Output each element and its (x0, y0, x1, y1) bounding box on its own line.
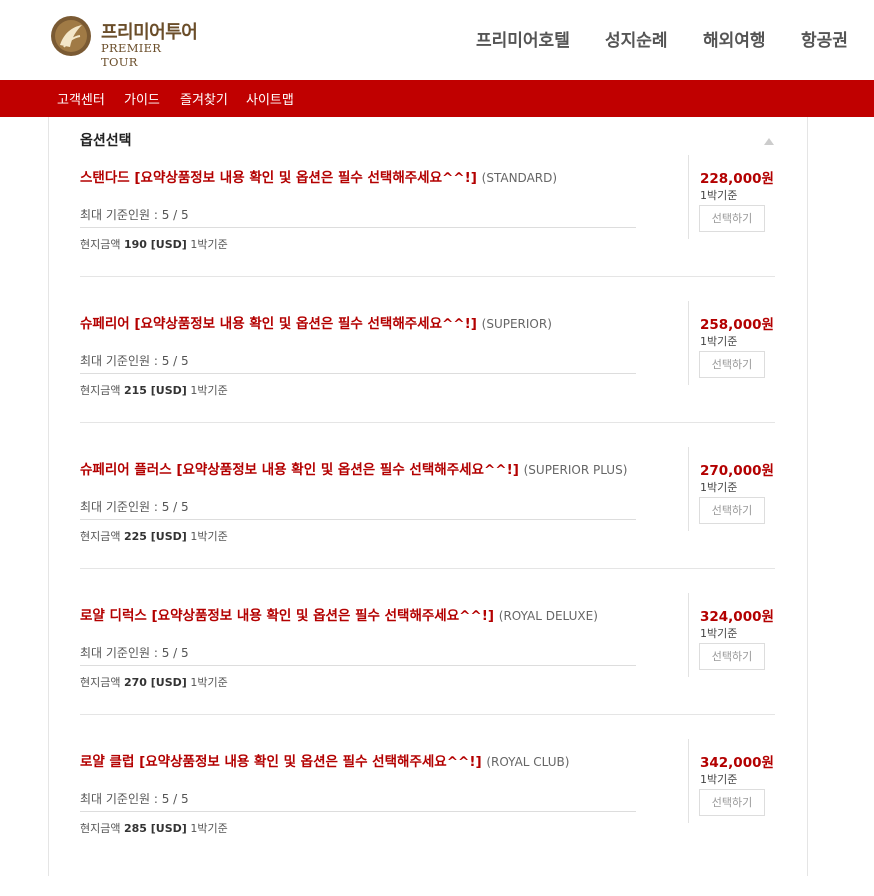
option-title[interactable]: 슈페리어 [요약상품정보 내용 확인 및 옵션은 필수 선택해주세요^^!] (… (80, 312, 552, 332)
option-separator (80, 714, 775, 715)
option-name: 슈페리어 (80, 316, 130, 332)
divider (80, 811, 636, 812)
option-price-unit: 1박기준 (700, 189, 738, 202)
option-local-price: 현지금액 285 [USD] 1박기준 (80, 820, 228, 836)
local-price-unit: 1박기준 (190, 384, 228, 397)
local-price-label: 현지금액 (80, 676, 121, 689)
local-price-amount: 270 [USD] (123, 676, 187, 689)
option-title[interactable]: 로얄 디럭스 [요약상품정보 내용 확인 및 옵션은 필수 선택해주세요^^!]… (80, 604, 598, 624)
local-price-unit: 1박기준 (190, 238, 228, 251)
local-price-amount: 225 [USD] (123, 530, 187, 543)
option-price: 270,000원 (700, 463, 774, 479)
divider (688, 593, 689, 677)
local-price-amount: 190 [USD] (123, 238, 187, 251)
option-name: 슈페리어 플러스 (80, 462, 172, 478)
option-notice: [요약상품정보 내용 확인 및 옵션은 필수 선택해주세요^^!] (176, 462, 519, 478)
local-price-amount: 215 [USD] (123, 384, 187, 397)
option-max-people: 최대 기준인원 : 5 / 5 (80, 208, 189, 222)
option-name: 로얄 디럭스 (80, 608, 147, 624)
option-code: (SUPERIOR) (481, 317, 552, 331)
option-name: 로얄 클럽 (80, 754, 135, 770)
option-price-unit: 1박기준 (700, 773, 738, 786)
option-max-people: 최대 기준인원 : 5 / 5 (80, 354, 189, 368)
nav-overseas-travel[interactable]: 해외여행 (703, 26, 766, 51)
local-price-label: 현지금액 (80, 530, 121, 543)
option-notice: [요약상품정보 내용 확인 및 옵션은 필수 선택해주세요^^!] (151, 608, 495, 624)
option-item: 로얄 클럽 [요약상품정보 내용 확인 및 옵션은 필수 선택해주세요^^!] … (0, 739, 874, 896)
divider (80, 519, 636, 520)
section-title: 옵션선택 (80, 133, 132, 149)
nav-pilgrimage[interactable]: 성지순례 (605, 26, 668, 51)
select-option-button[interactable]: 선택하기 (699, 205, 765, 232)
option-max-people: 최대 기준인원 : 5 / 5 (80, 792, 189, 806)
option-local-price: 현지금액 215 [USD] 1박기준 (80, 382, 228, 398)
divider (688, 301, 689, 385)
option-item: 스탠다드 [요약상품정보 내용 확인 및 옵션은 필수 선택해주세요^^!] (… (0, 155, 874, 312)
option-notice: [요약상품정보 내용 확인 및 옵션은 필수 선택해주세요^^!] (134, 170, 477, 186)
option-price: 342,000원 (700, 755, 774, 771)
logo-name-en: PREMIER TOUR (101, 41, 162, 69)
divider (688, 447, 689, 531)
select-option-button[interactable]: 선택하기 (699, 351, 765, 378)
option-local-price: 현지금액 225 [USD] 1박기준 (80, 528, 228, 544)
nav-air-tickets[interactable]: 항공권 (801, 26, 848, 51)
nav-premier-hotel[interactable]: 프리미어호텔 (476, 26, 570, 51)
option-local-price: 현지금액 270 [USD] 1박기준 (80, 674, 228, 690)
option-price-unit: 1박기준 (700, 335, 738, 348)
option-price: 228,000원 (700, 171, 774, 187)
site-logo[interactable]: 프리미어투어 PREMIER TOUR (50, 13, 200, 69)
option-price-unit: 1박기준 (700, 481, 738, 494)
option-code: (ROYAL DELUXE) (498, 609, 598, 623)
divider (80, 227, 636, 228)
option-max-people: 최대 기준인원 : 5 / 5 (80, 646, 189, 660)
local-price-amount: 285 [USD] (123, 822, 187, 835)
local-price-label: 현지금액 (80, 238, 121, 251)
local-price-unit: 1박기준 (190, 676, 228, 689)
divider (688, 739, 689, 823)
select-option-button[interactable]: 선택하기 (699, 789, 765, 816)
collapse-arrow-icon[interactable] (764, 138, 774, 145)
local-price-label: 현지금액 (80, 384, 121, 397)
local-price-unit: 1박기준 (190, 822, 228, 835)
option-item: 슈페리어 플러스 [요약상품정보 내용 확인 및 옵션은 필수 선택해주세요^^… (0, 447, 874, 604)
option-notice: [요약상품정보 내용 확인 및 옵션은 필수 선택해주세요^^!] (139, 754, 482, 770)
option-item: 로얄 디럭스 [요약상품정보 내용 확인 및 옵션은 필수 선택해주세요^^!]… (0, 593, 874, 750)
option-code: (STANDARD) (481, 171, 558, 185)
site-header: 프리미어투어 PREMIER TOUR 프리미어호텔 성지순례 해외여행 항공권 (0, 0, 874, 80)
option-item: 슈페리어 [요약상품정보 내용 확인 및 옵션은 필수 선택해주세요^^!] (… (0, 301, 874, 458)
option-price: 324,000원 (700, 609, 774, 625)
sub-nav-customer-center[interactable]: 고객센터 (57, 89, 105, 108)
sub-nav-guide[interactable]: 가이드 (124, 89, 160, 108)
select-option-button[interactable]: 선택하기 (699, 497, 765, 524)
divider (80, 665, 636, 666)
option-separator (80, 422, 775, 423)
sub-nav-sitemap[interactable]: 사이트맵 (246, 89, 294, 108)
select-option-button[interactable]: 선택하기 (699, 643, 765, 670)
option-separator (80, 276, 775, 277)
option-max-people: 최대 기준인원 : 5 / 5 (80, 500, 189, 514)
sub-nav-favorites[interactable]: 즐겨찾기 (180, 89, 228, 108)
local-price-unit: 1박기준 (190, 530, 228, 543)
option-name: 스탠다드 (80, 170, 130, 186)
laurel-logo-icon (51, 16, 91, 56)
option-code: (ROYAL CLUB) (486, 755, 570, 769)
option-title[interactable]: 슈페리어 플러스 [요약상품정보 내용 확인 및 옵션은 필수 선택해주세요^^… (80, 458, 627, 478)
option-notice: [요약상품정보 내용 확인 및 옵션은 필수 선택해주세요^^!] (134, 316, 477, 332)
option-local-price: 현지금액 190 [USD] 1박기준 (80, 236, 228, 252)
divider (688, 155, 689, 239)
option-title[interactable]: 로얄 클럽 [요약상품정보 내용 확인 및 옵션은 필수 선택해주세요^^!] … (80, 750, 569, 770)
divider (80, 373, 636, 374)
option-separator (80, 568, 775, 569)
option-price-unit: 1박기준 (700, 627, 738, 640)
local-price-label: 현지금액 (80, 822, 121, 835)
option-price: 258,000원 (700, 317, 774, 333)
option-code: (SUPERIOR PLUS) (523, 463, 628, 477)
option-title[interactable]: 스탠다드 [요약상품정보 내용 확인 및 옵션은 필수 선택해주세요^^!] (… (80, 166, 557, 186)
